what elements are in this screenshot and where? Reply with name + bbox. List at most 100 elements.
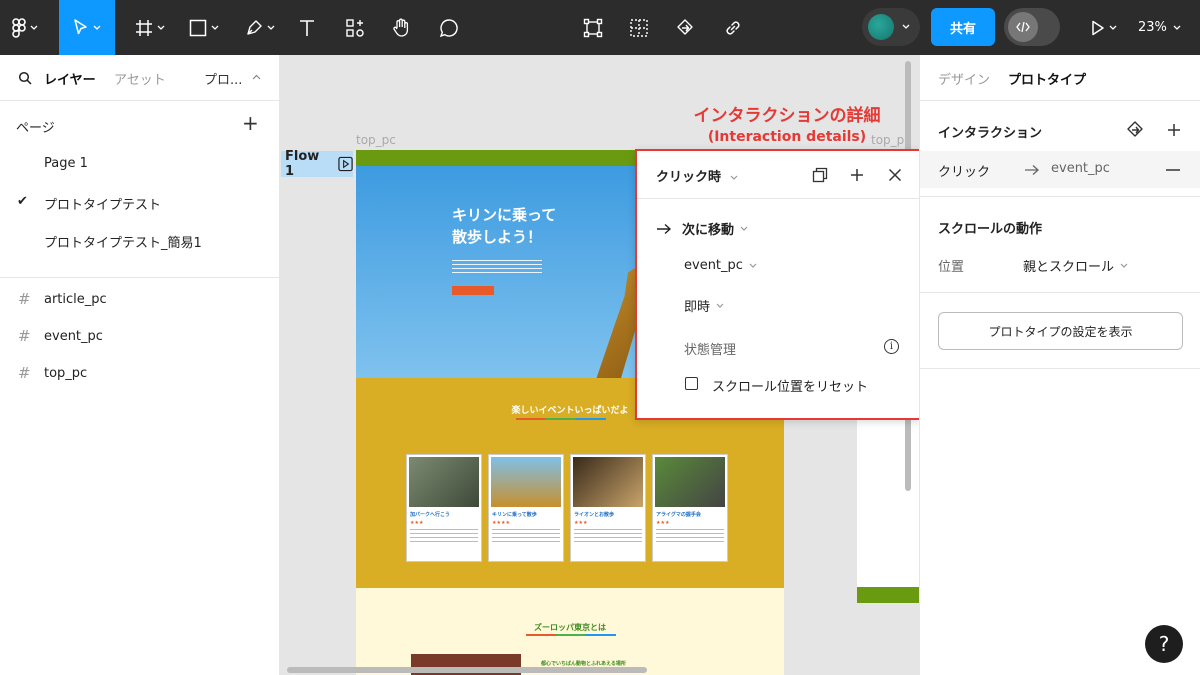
card-stars: ★★★ — [574, 520, 588, 526]
add-icon[interactable] — [850, 168, 864, 182]
overlay-button[interactable] — [670, 0, 700, 55]
card-image — [409, 457, 479, 507]
action-select[interactable]: 次に移動 — [656, 219, 748, 238]
chevron-down-icon — [157, 25, 165, 30]
comment-tool-button[interactable] — [434, 0, 464, 55]
divider — [920, 292, 1200, 293]
layer-item-article-pc[interactable]: # article_pc — [18, 290, 107, 308]
chevron-down-icon — [716, 303, 724, 308]
about-title: ズーロッパ東京とは — [534, 623, 606, 632]
chevron-down-icon — [1109, 25, 1117, 30]
interaction-row[interactable]: クリック event_pc — [920, 151, 1200, 188]
annotation-title: インタラクションの詳細 — [693, 106, 881, 126]
hand-tool-button[interactable] — [386, 0, 416, 55]
code-icon — [1008, 12, 1038, 42]
add-page-icon[interactable]: + — [242, 113, 259, 133]
reset-scroll-checkbox[interactable] — [685, 377, 698, 390]
flow-starting-point[interactable]: Flow 1 — [281, 149, 353, 179]
present-button[interactable] — [1082, 0, 1126, 55]
layer-item-top-pc[interactable]: # top_pc — [18, 364, 87, 382]
auto-layout-button[interactable] — [578, 0, 608, 55]
hero-button — [452, 286, 494, 295]
position-value: 親とスクロール — [1023, 260, 1115, 275]
event-card: キリンに乗って散歩 ★★★★ — [488, 454, 564, 562]
chevron-down-icon — [267, 25, 275, 30]
chevron-down-icon — [1120, 263, 1128, 268]
component-set-button[interactable] — [624, 0, 654, 55]
info-icon[interactable]: i — [884, 339, 899, 354]
user-avatar-menu[interactable] — [862, 8, 920, 46]
pages-heading: ページ — [16, 121, 55, 136]
page-selector[interactable]: プロ... — [204, 69, 242, 88]
tab-assets[interactable]: アセット — [114, 69, 166, 88]
card-image — [491, 457, 561, 507]
chevron-down-icon — [740, 226, 748, 231]
resources-button[interactable] — [340, 0, 370, 55]
chevron-down-icon — [730, 175, 737, 180]
share-button[interactable]: 共有 — [931, 8, 995, 46]
layer-item-event-pc[interactable]: # event_pc — [18, 327, 103, 345]
move-tool-button[interactable] — [59, 0, 115, 55]
right-panel: デザイン プロトタイプ インタラクション クリック event_pc スクロール… — [919, 55, 1200, 675]
swap-icon[interactable] — [1125, 120, 1145, 140]
toolbar: 共有 23% — [0, 0, 1200, 55]
left-panel: レイヤー アセット プロ... ページ + Page 1 ✔ プロトタイプテスト… — [0, 55, 280, 675]
annotation-subtitle: (Interaction details) — [707, 129, 867, 145]
cursor-icon — [74, 18, 87, 34]
card-title: キリンに乗って散歩 — [492, 512, 537, 518]
show-prototype-settings-button[interactable]: プロトタイプの設定を表示 — [938, 312, 1183, 350]
shape-tool-button[interactable] — [182, 0, 226, 55]
help-button[interactable]: ? — [1145, 625, 1183, 663]
hero-subtext — [452, 260, 542, 274]
frame-tool-button[interactable] — [128, 0, 172, 55]
frame-label[interactable]: top_pc — [356, 133, 396, 147]
layer-label: top_pc — [44, 365, 88, 381]
pen-tool-button[interactable] — [238, 0, 282, 55]
search-icon[interactable] — [18, 71, 32, 85]
position-select[interactable]: 親とスクロール — [1023, 256, 1128, 275]
components-icon — [346, 18, 364, 37]
destination-select[interactable]: event_pc — [684, 258, 757, 273]
remove-icon[interactable] — [1166, 169, 1180, 171]
text-icon — [300, 19, 314, 36]
zoom-menu[interactable]: 23% — [1138, 0, 1181, 55]
text-tool-button[interactable] — [292, 0, 322, 55]
card-title: 加パークへ行こう — [410, 512, 451, 518]
event-card: アライグマの握手会 ★★★ — [652, 454, 728, 562]
annotation-label: インタラクションの詳細 (Interaction details) — [682, 106, 892, 148]
animation-select[interactable]: 即時 — [684, 296, 724, 315]
dev-mode-toggle[interactable] — [1004, 8, 1060, 46]
horizontal-scrollbar[interactable] — [287, 667, 647, 673]
page-item[interactable]: Page 1 — [44, 156, 88, 171]
card-text — [656, 529, 724, 545]
tab-layers[interactable]: レイヤー — [44, 69, 96, 88]
tab-design[interactable]: デザイン — [938, 69, 990, 88]
page-item[interactable]: プロトタイプテスト_簡易1 — [44, 232, 202, 251]
frame-icon: # — [18, 327, 31, 345]
card-text — [492, 529, 560, 545]
figma-logo-icon — [12, 17, 26, 38]
action-value: 次に移動 — [682, 223, 735, 238]
add-interaction-icon[interactable] — [1167, 123, 1181, 137]
duplicate-icon[interactable] — [812, 167, 828, 183]
animation-value: 即時 — [684, 300, 711, 315]
reset-scroll-label[interactable]: スクロール位置をリセット — [712, 376, 868, 395]
chevron-down-icon — [1173, 25, 1181, 30]
zoom-level: 23% — [1138, 20, 1167, 35]
check-icon: ✔ — [17, 194, 28, 209]
grid-dashed-icon — [630, 18, 648, 37]
page-item-current[interactable]: プロトタイプテスト — [44, 194, 161, 213]
trigger-select[interactable]: クリック時 — [656, 166, 738, 185]
layer-label: article_pc — [44, 291, 107, 307]
card-stars: ★★★★ — [492, 520, 510, 526]
tab-prototype[interactable]: プロトタイプ — [1008, 69, 1086, 88]
divider — [920, 368, 1200, 369]
link-button[interactable] — [718, 0, 748, 55]
play-icon — [1092, 20, 1104, 35]
main-menu-button[interactable] — [0, 0, 50, 55]
chevron-up-icon[interactable] — [252, 74, 261, 80]
close-icon[interactable] — [888, 168, 902, 182]
pen-icon — [247, 19, 262, 35]
interaction-trigger: クリック — [938, 165, 991, 180]
rectangle-icon — [189, 19, 207, 36]
